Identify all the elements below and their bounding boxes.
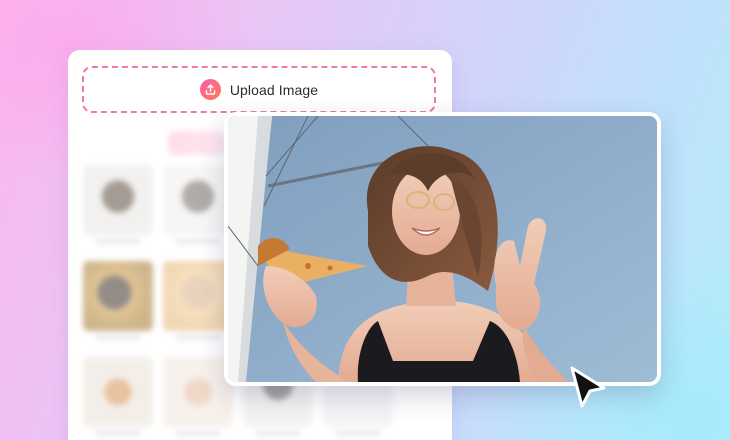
uploaded-photo-preview xyxy=(224,112,661,386)
upload-arrow-icon xyxy=(199,79,221,100)
gallery-thumb[interactable] xyxy=(82,261,154,349)
category-tab[interactable] xyxy=(123,131,157,155)
gallery-thumb[interactable] xyxy=(82,357,154,440)
pointer-arrow-icon xyxy=(568,364,608,415)
gallery-thumb[interactable] xyxy=(82,165,154,253)
upload-image-label: Upload Image xyxy=(229,81,319,98)
upload-image-button[interactable]: Upload Image xyxy=(82,66,436,113)
portrait-photo xyxy=(228,116,657,382)
category-tab-active[interactable] xyxy=(167,131,226,155)
category-tab[interactable] xyxy=(82,131,113,155)
